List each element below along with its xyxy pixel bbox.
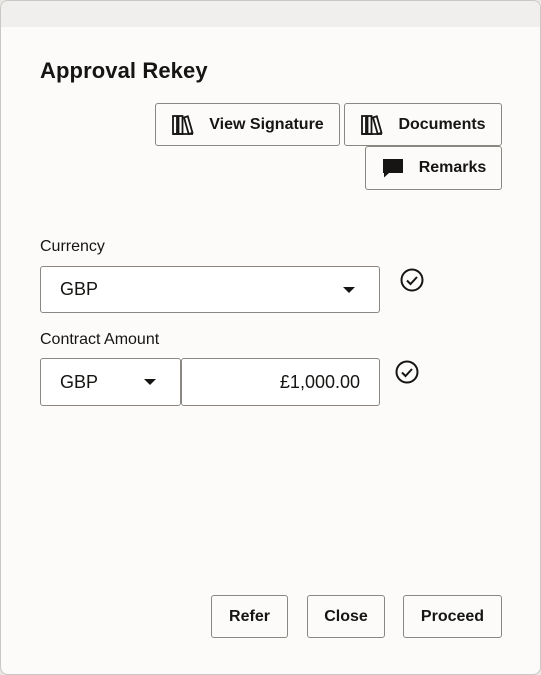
contract-amount-input[interactable]: £1,000.00	[181, 358, 380, 406]
check-circle-icon	[395, 360, 419, 389]
view-signature-button[interactable]: View Signature	[155, 103, 340, 146]
refer-button[interactable]: Refer	[211, 595, 288, 638]
chevron-down-icon	[343, 287, 355, 293]
proceed-button[interactable]: Proceed	[403, 595, 502, 638]
contract-amount-value: £1,000.00	[279, 371, 360, 392]
currency-select[interactable]: GBP	[40, 266, 380, 313]
books-icon	[171, 113, 195, 137]
currency-select-value: GBP	[60, 279, 99, 299]
dialog-title: Approval Rekey	[40, 58, 208, 83]
dialog-header-strip	[1, 1, 540, 27]
books-icon	[360, 113, 384, 137]
view-signature-label: View Signature	[209, 115, 324, 133]
currency-label: Currency	[40, 238, 105, 255]
remarks-label: Remarks	[418, 159, 487, 176]
documents-label: Documents	[398, 115, 486, 133]
contract-amount-label: Contract Amount	[40, 331, 160, 348]
chevron-down-icon	[144, 379, 156, 385]
remarks-button[interactable]: Remarks	[365, 146, 502, 190]
documents-button[interactable]: Documents	[344, 103, 502, 146]
approval-rekey-dialog: Approval Rekey View Signature Documents	[0, 0, 541, 675]
check-circle-icon	[400, 268, 424, 297]
close-button[interactable]: Close	[307, 595, 385, 638]
contract-currency-select[interactable]: GBP	[40, 358, 181, 406]
comment-icon	[381, 156, 405, 180]
contract-currency-value: GBP	[60, 371, 99, 392]
